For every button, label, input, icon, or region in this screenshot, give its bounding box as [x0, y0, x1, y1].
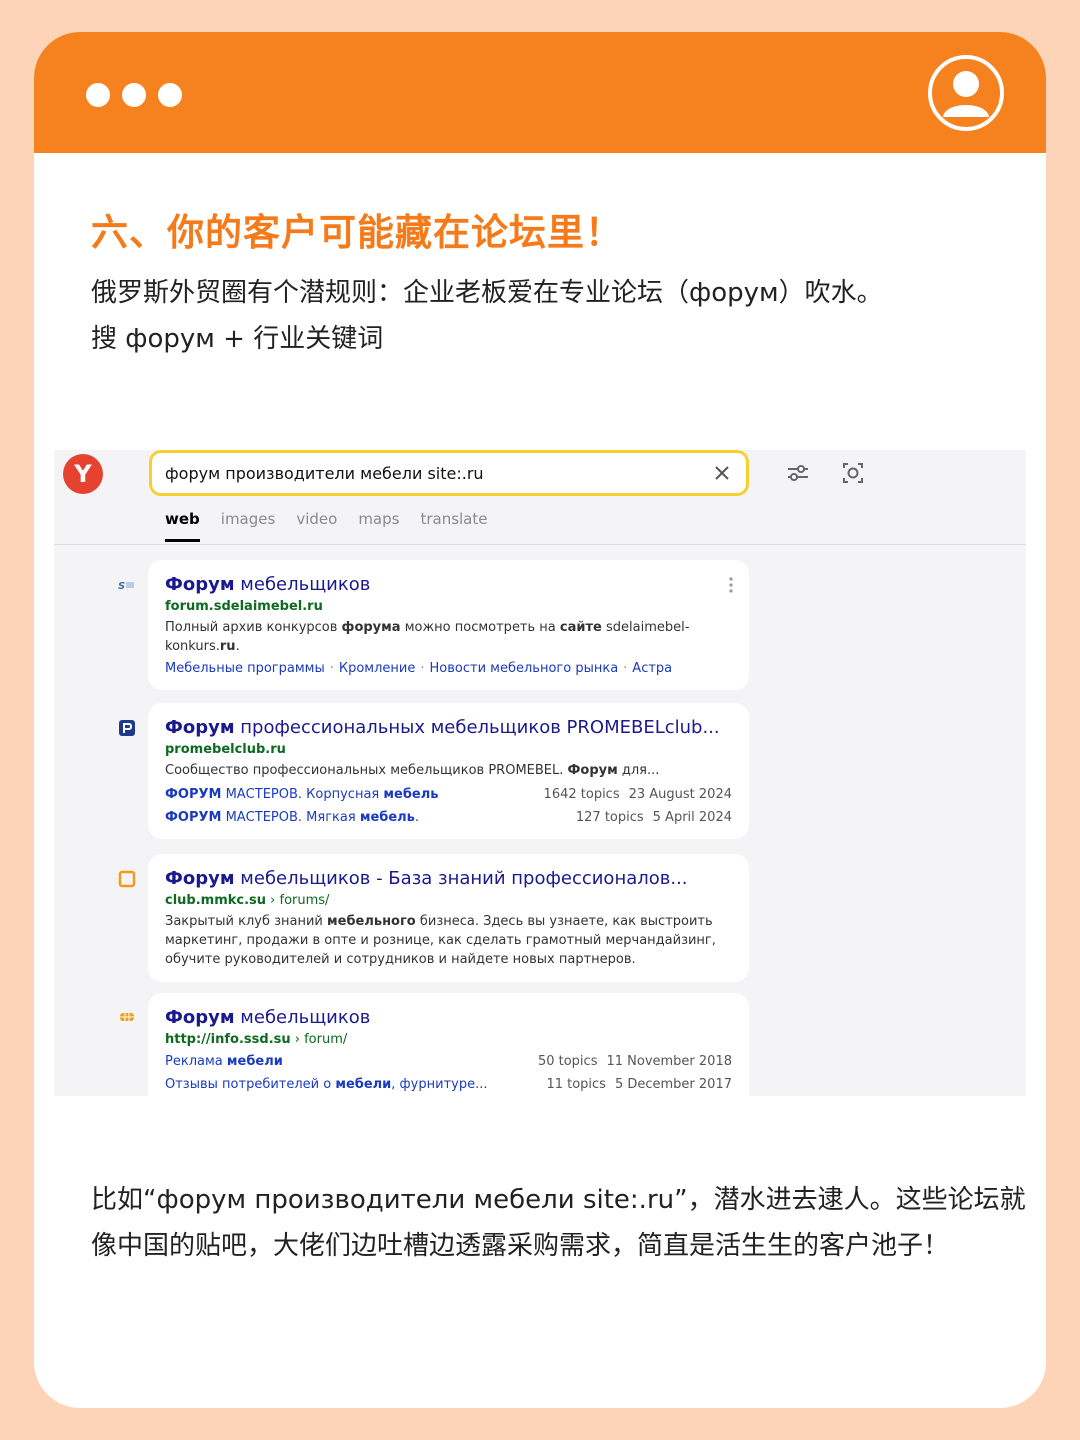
mmkc-favicon	[118, 870, 136, 888]
promebel-favicon	[119, 720, 135, 736]
sitelink[interactable]: Новости мебельного рынка	[430, 661, 619, 676]
tab-maps[interactable]: maps	[358, 510, 399, 542]
more-options-icon[interactable]	[729, 576, 733, 594]
search-result[interactable]: Форум мебельщиков http://info.ssd.su › f…	[148, 993, 749, 1096]
filter-sliders-icon[interactable]	[784, 459, 812, 487]
outro-line: 像中国的贴吧，大佬们边吐槽边透露采购需求，简直是活生生的客户池子！	[91, 1231, 950, 1261]
tabs-divider	[54, 544, 1026, 545]
forum-row[interactable]: Отзывы потребителей о мебели, фурнитуре.…	[165, 1073, 732, 1096]
intro-text: 俄罗斯外贸圈有个潜规则：企业老板爱在专业论坛（форум）吹水。 搜 форум…	[91, 270, 883, 362]
search-tabs: web images video maps translate	[165, 510, 487, 542]
yandex-logo[interactable]: Y	[63, 454, 103, 494]
forum-row[interactable]: Реклама мебели 50 topics 11 November 2018	[165, 1050, 732, 1073]
intro-line: 俄罗斯外贸圈有个潜规则：企业老板爱在专业论坛（форум）吹水。	[91, 278, 883, 308]
sdelaimebel-favicon: S	[118, 581, 134, 592]
dot-icon	[158, 83, 182, 107]
ssd-favicon	[120, 1013, 134, 1021]
dot-icon	[122, 83, 146, 107]
sitelink[interactable]: Кромление	[339, 661, 416, 676]
tab-video[interactable]: video	[296, 510, 337, 542]
clear-x-icon[interactable]	[710, 461, 734, 485]
result-title[interactable]: Форум мебельщиков - База знаний професси…	[165, 867, 732, 891]
result-url[interactable]: club.mmkc.su › forums/	[165, 891, 732, 911]
result-title[interactable]: Форум профессиональных мебельщиков PROME…	[165, 716, 732, 740]
forum-row[interactable]: ФОРУМ МАСТЕРОВ. Корпусная мебель 1642 to…	[165, 783, 732, 806]
tab-web[interactable]: web	[165, 510, 200, 542]
search-screenshot: Y web images video maps translate S	[54, 450, 1026, 1096]
image-search-icon[interactable]	[839, 459, 867, 487]
section-title: 六、你的客户可能藏在论坛里！	[91, 211, 623, 254]
search-input[interactable]	[165, 453, 705, 493]
forum-row[interactable]: ФОРУМ МАСТЕРОВ. Мягкая мебель. 127 topic…	[165, 806, 732, 829]
dot-icon	[86, 83, 110, 107]
sitelink[interactable]: Астра	[632, 661, 672, 676]
result-snippet: Полный архив конкурсов форума можно посм…	[165, 620, 690, 654]
search-result[interactable]: Форум профессиональных мебельщиков PROME…	[148, 703, 749, 839]
result-url[interactable]: http://info.ssd.su › forum/	[165, 1030, 732, 1050]
result-title[interactable]: Форум мебельщиков	[165, 573, 732, 597]
intro-line: 搜 форум + 行业关键词	[91, 324, 384, 354]
tab-translate[interactable]: translate	[420, 510, 487, 542]
sitelinks: Мебельные программы · Кромление · Новости ме…	[165, 661, 673, 676]
result-title[interactable]: Форум мебельщиков	[165, 1006, 732, 1030]
tab-images[interactable]: images	[221, 510, 276, 542]
content-card: 六、你的客户可能藏在论坛里！ 俄罗斯外贸圈有个潜规则：企业老板爱在专业论坛（фо…	[34, 32, 1046, 1408]
user-circle-icon[interactable]	[927, 54, 1005, 132]
search-result[interactable]: Форум мебельщиков - База знаний професси…	[148, 854, 749, 982]
search-result[interactable]: Форум мебельщиков forum.sdelaimebel.ru П…	[148, 560, 749, 690]
search-box[interactable]	[149, 450, 749, 496]
result-snippet: Закрытый клуб знаний мебельного бизнеса.…	[165, 914, 716, 967]
outro-line: 比如“форум производители мебели site:.ru”，…	[91, 1185, 1026, 1215]
window-dots	[86, 83, 182, 107]
sitelink[interactable]: Мебельные программы	[165, 661, 325, 676]
result-url[interactable]: promebelclub.ru	[165, 740, 732, 760]
result-url[interactable]: forum.sdelaimebel.ru	[165, 597, 732, 617]
outro-text: 比如“форум производители мебели site:.ru”，…	[91, 1177, 1026, 1269]
result-snippet: Сообщество профессиональных мебельщиков …	[165, 763, 660, 778]
svg-text:S: S	[118, 581, 125, 592]
card-header	[34, 32, 1046, 153]
